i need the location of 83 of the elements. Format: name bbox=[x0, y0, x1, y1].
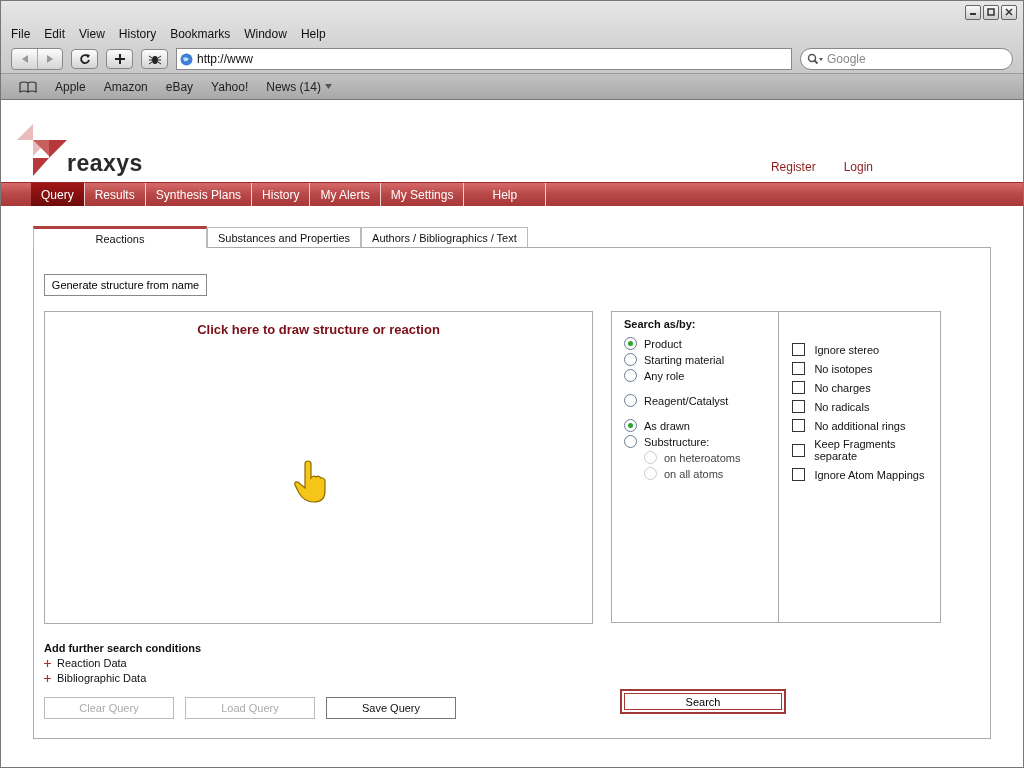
pointing-hand-icon bbox=[293, 460, 329, 504]
plus-icon bbox=[44, 659, 51, 667]
checkbox-option[interactable]: No charges bbox=[792, 381, 940, 394]
radio-label: Reagent/Catalyst bbox=[644, 394, 729, 407]
checkbox-option[interactable]: Keep Fragments separate bbox=[792, 438, 940, 462]
search-icon bbox=[807, 53, 823, 65]
menu-item[interactable]: History bbox=[118, 27, 157, 41]
condition-link[interactable]: Reaction Data bbox=[44, 657, 456, 669]
menu-item[interactable]: Edit bbox=[44, 27, 66, 41]
radio-option[interactable]: Starting material bbox=[624, 353, 779, 366]
condition-link[interactable]: Bibliographic Data bbox=[44, 672, 456, 684]
radio-label: Substructure: bbox=[644, 435, 710, 448]
checkbox-option[interactable]: No additional rings bbox=[792, 419, 940, 432]
further-conditions-title: Add further search conditions bbox=[44, 642, 203, 654]
reload-button[interactable] bbox=[71, 49, 98, 69]
nav-tab[interactable]: My Settings bbox=[380, 183, 465, 206]
drawing-canvas[interactable]: Click here to draw structure or reaction bbox=[44, 311, 593, 624]
radio-dot[interactable] bbox=[624, 394, 637, 407]
radio-label: Product bbox=[644, 337, 682, 350]
book-icon bbox=[19, 80, 37, 93]
header-link[interactable]: Login bbox=[843, 160, 873, 174]
plus-icon bbox=[113, 53, 126, 65]
search-tab[interactable]: Reactions bbox=[33, 226, 207, 248]
radio-dot[interactable] bbox=[624, 353, 637, 366]
checkbox-option[interactable]: Ignore Atom Mappings bbox=[792, 468, 940, 481]
nav-tab[interactable]: Results bbox=[84, 183, 146, 206]
radio-label: on all atoms bbox=[664, 467, 724, 480]
menu-item[interactable]: File bbox=[11, 27, 31, 41]
nav-tab[interactable]: Query bbox=[31, 183, 85, 206]
reload-icon bbox=[78, 53, 91, 65]
search-field[interactable]: Google bbox=[800, 48, 1013, 70]
bug-icon bbox=[147, 53, 162, 65]
checkbox-option[interactable]: No isotopes bbox=[792, 362, 940, 375]
radio-label: As drawn bbox=[644, 419, 690, 432]
draw-prompt-link[interactable]: Click here to draw structure or reaction bbox=[197, 322, 440, 338]
radio-dot[interactable] bbox=[624, 435, 637, 448]
plus-icon bbox=[44, 674, 51, 682]
radio-dot[interactable] bbox=[624, 337, 637, 350]
nav-tab[interactable]: History bbox=[252, 183, 311, 206]
maximize-button[interactable] bbox=[983, 4, 999, 20]
radio-option[interactable]: Reagent/Catalyst bbox=[624, 394, 779, 407]
search-tab[interactable]: Substances and Properties bbox=[207, 227, 362, 247]
search-tab[interactable]: Authors / Bibliographics / Text bbox=[361, 227, 528, 247]
radio-option[interactable]: Any role bbox=[624, 369, 779, 382]
caret-icon bbox=[324, 84, 332, 89]
radio-dot[interactable] bbox=[624, 419, 637, 432]
radio-label: Any role bbox=[644, 369, 685, 382]
logo: reaxys bbox=[17, 124, 143, 176]
menu-item[interactable]: Help bbox=[300, 27, 326, 41]
minimize-button[interactable] bbox=[965, 4, 981, 20]
close-button[interactable] bbox=[1001, 4, 1017, 20]
generate-structure-button[interactable]: Generate structure from name bbox=[44, 274, 207, 296]
nav-tab[interactable]: Help bbox=[464, 183, 547, 206]
checkbox-option[interactable]: Ignore stereo bbox=[792, 343, 940, 356]
bookmark-link[interactable]: Yahoo! bbox=[211, 79, 249, 94]
checkbox-option[interactable]: No radicals bbox=[792, 400, 940, 413]
radio-dot[interactable] bbox=[624, 369, 637, 382]
bug-button[interactable] bbox=[141, 49, 168, 69]
radio-label: Starting material bbox=[644, 353, 725, 366]
header-link[interactable]: Register bbox=[770, 160, 816, 174]
bookmark-link[interactable]: Amazon bbox=[103, 79, 148, 94]
query-button[interactable]: Save Query bbox=[326, 697, 456, 719]
bookmark-menu[interactable]: News (14) bbox=[266, 79, 332, 94]
menu-item[interactable]: Bookmarks bbox=[170, 27, 231, 41]
menu-item[interactable]: Window bbox=[244, 27, 287, 41]
radio-option[interactable]: Substructure: bbox=[624, 435, 779, 448]
radio-label: on heteroatoms bbox=[664, 451, 741, 464]
close-icon bbox=[1005, 8, 1013, 16]
forward-icon bbox=[45, 54, 55, 64]
search-button[interactable]: Search bbox=[620, 689, 786, 714]
bookmark-link[interactable]: eBay bbox=[165, 79, 194, 94]
nav-tab[interactable]: Synthesis Plans bbox=[145, 183, 253, 206]
maximize-icon bbox=[987, 8, 995, 16]
globe-icon bbox=[180, 52, 193, 66]
nav-tab[interactable]: My Alerts bbox=[310, 183, 381, 206]
menu-item[interactable]: View bbox=[79, 27, 105, 41]
add-button[interactable] bbox=[106, 49, 133, 69]
bookmark-link[interactable]: Apple bbox=[55, 79, 86, 94]
logo-mark-icon bbox=[17, 124, 69, 176]
radio-option[interactable]: Product bbox=[624, 337, 779, 350]
search-as-title: Search as/by: bbox=[624, 318, 697, 330]
radio-option[interactable]: As drawn bbox=[624, 419, 779, 432]
address-field[interactable]: http://www bbox=[176, 48, 792, 70]
